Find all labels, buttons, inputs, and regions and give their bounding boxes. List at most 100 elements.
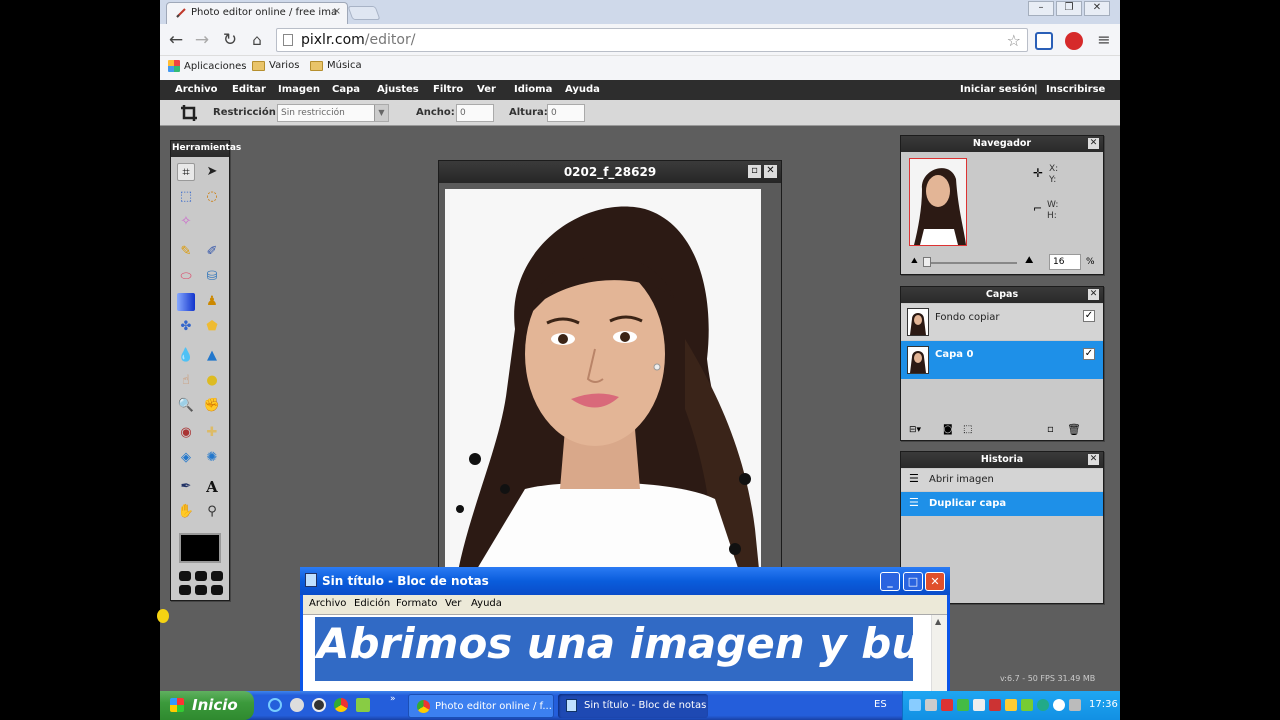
scroll-up-icon[interactable]: ▲	[935, 617, 941, 626]
restriction-select[interactable]: Sin restricción ▼	[277, 104, 389, 122]
bookmark-apps[interactable]: Aplicaciones	[168, 60, 246, 72]
tray-icon[interactable]	[925, 699, 937, 711]
reload-icon[interactable]: ↻	[220, 30, 240, 50]
forward-arrow-icon[interactable]: →	[192, 30, 212, 50]
tray-icon[interactable]	[1037, 699, 1049, 711]
gradient-tool-icon[interactable]	[177, 293, 195, 311]
tray-icon[interactable]	[989, 699, 1001, 711]
chrome-icon[interactable]	[334, 698, 348, 712]
tray-icon[interactable]	[1069, 699, 1081, 711]
tray-icon[interactable]	[1005, 699, 1017, 711]
np-menu-ayuda[interactable]: Ayuda	[471, 598, 502, 609]
task-notepad[interactable]: Sin título - Bloc de notas	[558, 694, 708, 718]
red-eye-tool-icon[interactable]: ◉	[177, 424, 195, 442]
quicklaunch-icon[interactable]	[290, 698, 304, 712]
layer-style-icon[interactable]: ⬚	[963, 424, 972, 435]
language-indicator[interactable]: ES	[874, 699, 887, 710]
crop-tool-icon[interactable]: ⌗	[177, 163, 195, 181]
magic-wand-icon[interactable]: ✧	[177, 213, 195, 231]
np-menu-archivo[interactable]: Archivo	[309, 598, 346, 609]
zoom-input[interactable]: 16	[1049, 254, 1081, 270]
sharpen-tool-icon[interactable]: ▲	[203, 347, 221, 365]
color-grid-icon[interactable]	[177, 569, 223, 597]
extension-stop-icon[interactable]	[1065, 32, 1083, 50]
layer-row-selected[interactable]: Capa 0 ✓	[901, 341, 1103, 379]
zoom-out-icon[interactable]: ⛰	[911, 256, 918, 266]
tray-icon[interactable]	[941, 699, 953, 711]
width-input[interactable]: 0	[456, 104, 494, 122]
start-button[interactable]: Inicio	[160, 691, 254, 720]
type-tool-icon[interactable]: A	[203, 478, 221, 496]
zoom-in-icon[interactable]: ⛰	[1025, 255, 1033, 266]
close-icon[interactable]: ✕	[1088, 454, 1099, 465]
notepad-text-area[interactable]: Abrimos una imagen y bueno ▲	[303, 614, 947, 695]
minimize-button[interactable]: _	[880, 572, 900, 591]
menu-editar[interactable]: Editar	[232, 84, 266, 95]
paint-bucket-icon[interactable]: ⛁	[203, 268, 221, 286]
pinch-tool-icon[interactable]: ✺	[203, 449, 221, 467]
bloat-tool-icon[interactable]: ◈	[177, 449, 195, 467]
layer-row[interactable]: Fondo copiar ✓	[901, 304, 1103, 340]
height-input[interactable]: 0	[547, 104, 585, 122]
marquee-tool-icon[interactable]: ⬚	[177, 188, 195, 206]
tray-icon[interactable]	[1021, 699, 1033, 711]
maximize-button[interactable]: ❐	[1056, 1, 1082, 16]
menu-imagen[interactable]: Imagen	[278, 84, 320, 95]
menu-idioma[interactable]: Idioma	[514, 84, 552, 95]
home-icon[interactable]: ⌂	[247, 30, 267, 50]
bookmark-musica[interactable]: Música	[310, 60, 362, 71]
maximize-button[interactable]: □	[903, 572, 923, 591]
hand-tool-icon[interactable]: ✋	[177, 503, 195, 521]
ie-icon[interactable]	[268, 698, 282, 712]
np-menu-edicion[interactable]: Edición	[354, 598, 390, 609]
color-picker-icon[interactable]: ✒	[177, 478, 195, 496]
signup-link[interactable]: Inscribirse	[1046, 84, 1105, 95]
back-arrow-icon[interactable]: ←	[166, 30, 186, 50]
history-item[interactable]: ☰ Abrir imagen	[901, 469, 1103, 491]
menu-archivo[interactable]: Archivo	[175, 84, 218, 95]
minimize-button[interactable]: –	[1028, 1, 1054, 16]
layer-settings-icon[interactable]: ⊟▾	[909, 425, 921, 435]
close-doc-button[interactable]: ✕	[764, 165, 777, 178]
eraser-tool-icon[interactable]: ⬭	[177, 268, 195, 286]
pencil-tool-icon[interactable]: ✎	[177, 243, 195, 261]
expand-icon[interactable]: »	[390, 694, 396, 704]
vertical-scrollbar[interactable]: ▲	[931, 615, 947, 695]
extension-check-icon[interactable]	[1035, 32, 1053, 50]
zoom-slider[interactable]	[923, 262, 1017, 264]
browser-tab[interactable]: Photo editor online / free ima ×	[166, 2, 348, 24]
spot-heal-icon[interactable]: ✚	[203, 424, 221, 442]
color-replace-icon[interactable]: ✤	[177, 318, 195, 336]
new-layer-icon[interactable]: ▫	[1047, 424, 1054, 435]
blur-tool-icon[interactable]: 💧	[177, 347, 195, 365]
layer-visibility-checkbox[interactable]: ✓	[1083, 348, 1095, 360]
bookmark-varios[interactable]: Varios	[252, 60, 299, 71]
menu-ajustes[interactable]: Ajustes	[377, 84, 419, 95]
stamp-tool-icon[interactable]: ♟	[203, 293, 221, 311]
menu-capa[interactable]: Capa	[332, 84, 360, 95]
close-icon[interactable]: ✕	[1088, 138, 1099, 149]
navigator-thumbnail[interactable]	[909, 158, 967, 246]
drawing-tool-icon[interactable]: ⬟	[203, 318, 221, 336]
lasso-tool-icon[interactable]: ◌	[203, 188, 221, 206]
np-menu-formato[interactable]: Formato	[396, 598, 437, 609]
bookmark-star-icon[interactable]: ☆	[1007, 31, 1021, 50]
smudge-tool-icon[interactable]: ☝	[177, 372, 195, 390]
menu-ver[interactable]: Ver	[477, 84, 496, 95]
menu-icon[interactable]: ≡	[1094, 30, 1114, 50]
burn-tool-icon[interactable]: ✊	[203, 397, 221, 415]
close-window-button[interactable]: ✕	[1084, 1, 1110, 16]
menu-filtro[interactable]: Filtro	[433, 84, 463, 95]
tray-icon[interactable]	[909, 699, 921, 711]
dodge-tool-icon[interactable]: 🔍	[177, 397, 195, 415]
close-button[interactable]: ✕	[925, 572, 945, 591]
trash-icon[interactable]: 🗑	[1067, 423, 1081, 436]
address-bar[interactable]: pixlr.com/editor/ ☆	[276, 28, 1028, 52]
tray-icon[interactable]	[957, 699, 969, 711]
layer-visibility-checkbox[interactable]: ✓	[1083, 310, 1095, 322]
tab-close-icon[interactable]: ×	[333, 6, 341, 17]
login-link[interactable]: Iniciar sesión	[960, 84, 1035, 95]
task-chrome[interactable]: Photo editor online / f...	[408, 694, 554, 718]
history-item-selected[interactable]: ☰ Duplicar capa	[901, 492, 1103, 516]
tray-icon[interactable]	[973, 699, 985, 711]
